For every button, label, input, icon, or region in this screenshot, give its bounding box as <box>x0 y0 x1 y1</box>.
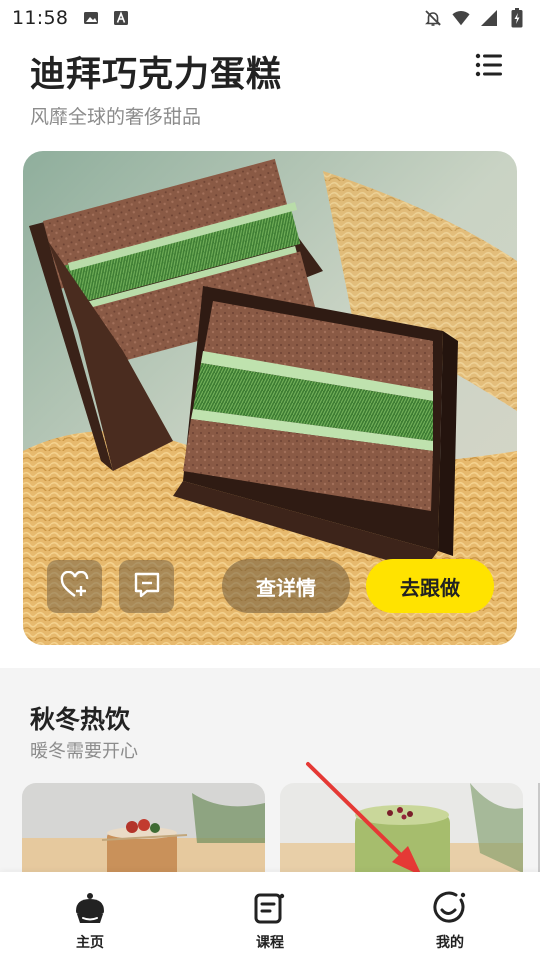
nav-profile-label: 我的 <box>436 935 464 951</box>
image-icon <box>82 9 100 27</box>
status-notification-icons <box>82 9 130 27</box>
menu-button[interactable] <box>474 52 504 82</box>
wifi-icon <box>452 9 470 27</box>
nav-profile[interactable]: 我的 <box>360 872 540 960</box>
view-detail-button[interactable]: 查详情 <box>222 559 350 613</box>
follow-along-button[interactable]: 去跟做 <box>366 559 494 613</box>
heart-plus-icon <box>60 570 90 603</box>
nav-home[interactable]: 主页 <box>0 872 180 960</box>
page-title: 迪拜巧克力蛋糕 <box>30 55 283 95</box>
status-bar: 11:58 <box>0 0 540 36</box>
section-subtitle: 暖冬需要开心 <box>30 741 138 762</box>
list-menu-icon <box>475 53 503 81</box>
favorite-button[interactable] <box>47 560 102 613</box>
nav-course-label: 课程 <box>256 935 284 951</box>
bell-off-icon <box>424 9 442 27</box>
text-a-icon <box>112 9 130 27</box>
smile-face-icon <box>430 890 470 926</box>
battery-charging-icon <box>508 8 526 28</box>
comment-button[interactable] <box>119 560 174 613</box>
bottom-nav: 主页 课程 我的 <box>0 872 540 960</box>
section-title: 秋冬热饮 <box>30 705 131 734</box>
comment-icon <box>132 571 162 603</box>
cupcake-icon <box>70 890 110 926</box>
status-system-icons <box>424 8 526 28</box>
nav-course[interactable]: 课程 <box>180 872 360 960</box>
signal-icon <box>480 9 498 27</box>
course-book-icon <box>250 890 290 926</box>
nav-home-label: 主页 <box>76 935 104 951</box>
status-time: 11:58 <box>12 7 69 29</box>
page-subtitle: 风靡全球的奢侈甜品 <box>30 106 202 128</box>
header: 迪拜巧克力蛋糕 风靡全球的奢侈甜品 <box>0 36 540 136</box>
